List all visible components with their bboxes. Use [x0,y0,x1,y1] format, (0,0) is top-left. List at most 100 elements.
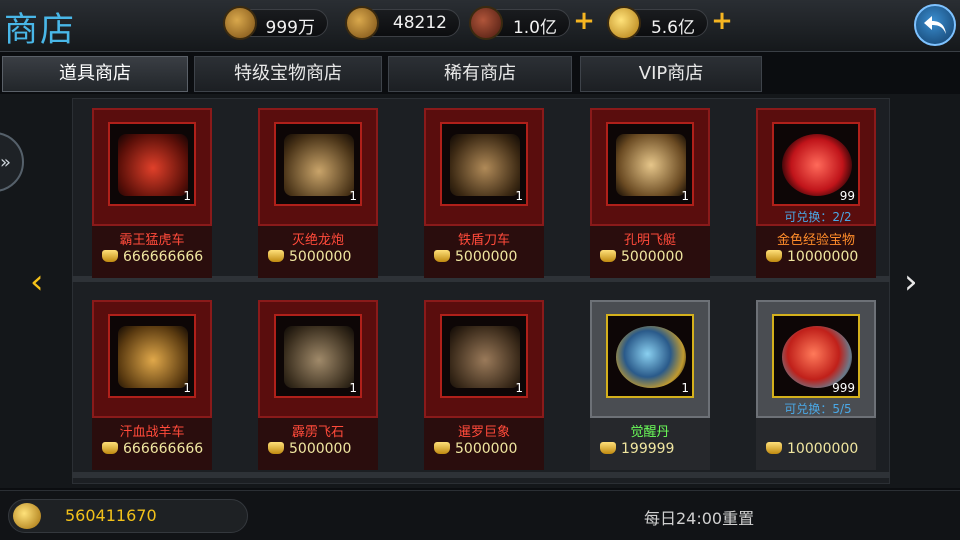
gold-ingot-icon [102,250,118,262]
item-name: 汗血战羊车 [119,425,185,440]
gold-ingot-icon [13,503,41,529]
item-count: 1 [681,381,689,395]
item-count: 1 [515,189,523,203]
hammer-material-icon [345,6,379,40]
item-count: 1 [183,381,191,395]
tab-vip-shop[interactable]: VIP商店 [580,56,762,92]
item-price: 5000000 [268,249,351,265]
resource-treasure: 999万 [223,6,328,40]
back-button[interactable] [914,4,956,46]
item-image: 1 [440,122,528,206]
shop-item[interactable]: 1 觉醒丹 199999 [590,300,710,470]
resource-coin: 1.0亿 [469,6,570,40]
item-name: 觉醒丹 [630,425,670,440]
shop-item[interactable]: 1 暹罗巨象 5000000 [424,300,544,470]
shop-item[interactable]: 1 霹雳飞石 5000000 [258,300,378,470]
item-image: 1 [274,122,362,206]
item-image: 1 [108,122,196,206]
item-image: 1 [606,122,694,206]
gold-ingot-icon [434,250,450,262]
item-count: 999 [832,381,855,395]
gold-ingot-icon [434,442,450,454]
tab-special-treasure-shop[interactable]: 特级宝物商店 [194,56,382,92]
item-price: 10000000 [766,249,858,265]
gold-ingot-icon [600,250,616,262]
double-chevron-icon: » [0,152,12,173]
item-price: 5000000 [600,249,683,265]
tiger-chariot-icon [118,134,188,196]
shop-item[interactable]: 1 汗血战羊车 666666666 [92,300,212,470]
bottom-bar: 560411670 每日24:00重置 [0,490,960,540]
item-name: 金色经验宝物 [776,233,855,248]
item-image: 1 [606,314,694,398]
item-price: 5000000 [434,441,517,457]
item-count: 1 [349,189,357,203]
back-arrow-icon [924,16,946,34]
add-coin-plus-icon[interactable]: + [572,8,596,34]
shop-item[interactable]: 1 灭绝龙炮 5000000 [258,108,378,278]
gold-ingot-icon [766,250,782,262]
dragon-cannon-icon [284,134,354,196]
item-image: 1 [108,314,196,398]
reset-time-label: 每日24:00重置 [644,509,755,528]
item-price: 666666666 [102,441,203,457]
gold-ingot-icon [766,442,782,454]
gold-ingot-icon [607,6,641,40]
gold-ingot-icon [102,442,118,454]
item-image: 1 [274,314,362,398]
shop-item[interactable]: 999 可兑换：5/5 10000000 [756,300,876,470]
resource-gold: 5.6亿 [607,6,708,40]
item-name: 孔明飞艇 [623,233,676,248]
item-image: 99 [772,122,860,206]
shop-item[interactable]: 1 铁盾刀车 5000000 [424,108,544,278]
top-bar: 商店 999万 48212 1.0亿 + 5.6亿 + [0,0,960,52]
catapult-icon [284,326,354,388]
resource-value: 999万 [265,18,315,38]
page-title: 商店 [4,10,76,50]
gold-ingot-icon [268,250,284,262]
item-name: 霹雳飞石 [291,425,344,440]
resource-value: 48212 [392,13,447,33]
item-count: 1 [349,381,357,395]
resource-value: 1.0亿 [512,18,557,38]
ram-chariot-icon [118,326,188,388]
tab-rare-shop[interactable]: 稀有商店 [388,56,572,92]
resource-value: 5.6亿 [650,18,695,38]
item-count: 99 [839,189,855,203]
add-gold-plus-icon[interactable]: + [710,8,734,34]
shop-tabs: 道具商店 特级宝物商店 稀有商店 VIP商店 [0,56,960,94]
prev-page-arrow-icon[interactable]: ‹ [30,262,44,302]
item-count: 1 [183,189,191,203]
item-price: 5000000 [268,441,351,457]
shop-item[interactable]: 99 可兑换：2/2 金色经验宝物 10000000 [756,108,876,278]
item-name: 霸王猛虎车 [119,233,185,248]
shop-item[interactable]: 1 霸王猛虎车 666666666 [92,108,212,278]
tab-item-shop[interactable]: 道具商店 [2,56,188,92]
item-name: 铁盾刀车 [457,233,510,248]
item-price: 5000000 [434,249,517,265]
gold-exp-treasure-icon [782,134,852,196]
red-orb-treasure-icon [782,326,852,388]
copper-coin-icon [469,6,503,40]
next-page-arrow-icon[interactable]: › [904,262,918,302]
item-image: 1 [440,314,528,398]
war-elephant-icon [450,326,520,388]
gold-ingot-icon [268,442,284,454]
item-count: 1 [681,189,689,203]
resource-material: 48212 [345,6,460,40]
iron-shield-blade-cart-icon [450,134,520,196]
row-divider [72,472,890,478]
item-name: 灭绝龙炮 [291,233,344,248]
shop-item[interactable]: 1 孔明飞艇 5000000 [590,108,710,278]
currency-display: 560411670 [8,499,248,533]
item-price: 10000000 [766,441,858,457]
item-image: 999 [772,314,860,398]
airship-icon [616,134,686,196]
gold-ingot-icon [600,442,616,454]
item-price: 666666666 [102,249,203,265]
treasure-chest-icon [223,6,257,40]
currency-value: 560411670 [65,506,157,525]
item-name: 暹罗巨象 [457,425,510,440]
exchange-limit: 可兑换：5/5 [784,402,852,416]
item-price: 199999 [600,441,674,457]
